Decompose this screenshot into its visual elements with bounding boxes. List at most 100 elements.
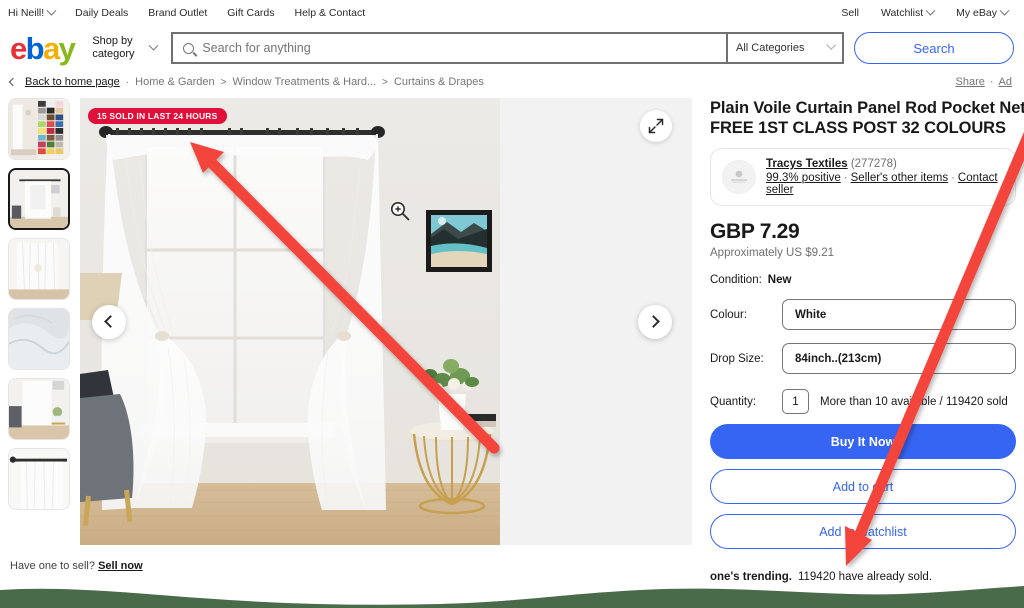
product-price: GBP 7.29: [710, 220, 800, 243]
thumbnail-white-curtain-room[interactable]: [8, 168, 70, 230]
category-select[interactable]: All Categories: [726, 32, 844, 64]
global-nav-gift-cards[interactable]: Gift Cards: [227, 7, 274, 19]
breadcrumb-separator: >: [382, 76, 388, 88]
gallery-next-button[interactable]: [638, 304, 672, 339]
product-title-line2: FREE 1ST CLASS POST 32 COLOURS: [710, 119, 1006, 137]
trending-message: one's trending. 119420 have already sold…: [710, 571, 1016, 583]
condition-row: Condition: New: [710, 274, 1016, 286]
breadcrumb-back-home[interactable]: Back to home page: [25, 76, 120, 88]
search-box[interactable]: [171, 32, 726, 64]
sold-badge: 15 SOLD IN LAST 24 HOURS: [88, 108, 227, 124]
gallery-inner: 15 SOLD IN LAST 24 HOURS: [80, 98, 692, 545]
seller-feedback-count: (277278): [850, 158, 897, 170]
magnifier-plus-icon: [389, 200, 411, 227]
breadcrumb-separator: ·: [125, 76, 130, 88]
global-nav-bar: Hi Neill! Daily Deals Brand Outlet Gift …: [0, 0, 1024, 26]
thumbnail-fabric-texture[interactable]: [8, 308, 70, 370]
add-to-cart-button[interactable]: Add to cart: [710, 469, 1016, 504]
chevron-left-icon: [8, 77, 18, 87]
trending-strong-text: one's trending.: [710, 571, 792, 583]
search-button[interactable]: Search: [854, 32, 1014, 64]
have-one-to-sell: Have one to sell? Sell now: [10, 560, 143, 572]
global-nav-left: Hi Neill! Daily Deals Brand Outlet Gift …: [8, 5, 366, 19]
thumbnail-strip: [8, 98, 72, 583]
ebay-logo[interactable]: ebay: [10, 30, 76, 66]
category-select-value: All Categories: [736, 42, 805, 54]
chevron-down-icon: [46, 5, 57, 16]
gallery-expand-button[interactable]: [640, 110, 672, 142]
quantity-label: Quantity:: [710, 395, 757, 408]
product-gallery: 15 SOLD IN LAST 24 HOURS: [80, 98, 692, 545]
shop-by-category-text: Shop by category: [92, 35, 144, 61]
global-nav-greeting[interactable]: Hi Neill!: [8, 5, 57, 19]
shop-by-category-line1: Shop by: [92, 35, 133, 47]
seller-positive-feedback[interactable]: 99.3% positive: [766, 172, 841, 184]
drop-size-label: Drop Size:: [710, 352, 764, 365]
approximate-price: Approximately US $9.21: [710, 247, 835, 259]
shop-by-category-line2: category: [92, 48, 135, 60]
breadcrumb-item-curtains-drapes[interactable]: Curtains & Drapes: [394, 76, 484, 88]
colour-select[interactable]: White: [782, 299, 1016, 330]
thumbnail-colour-chart[interactable]: [8, 98, 70, 160]
quantity-input[interactable]: 1: [782, 389, 809, 414]
logo-letter-y: y: [58, 30, 76, 66]
global-nav-watchlist[interactable]: Watchlist: [880, 5, 936, 19]
condition-label: Condition:: [710, 274, 762, 286]
quantity-availability-info: More than 10 available / 119420 sold: [820, 395, 1008, 408]
colour-label: Colour:: [710, 308, 748, 321]
add-link-truncated[interactable]: Ad: [999, 76, 1012, 88]
search-input[interactable]: [202, 41, 716, 55]
product-title-line1: Plain Voile Curtain Panel Rod Pocket Net…: [710, 99, 1024, 117]
chevron-down-icon: [999, 5, 1010, 16]
gallery-prev-button[interactable]: [92, 304, 126, 339]
logo-letter-b: b: [25, 30, 45, 66]
seller-links-row: 99.3% positive · Seller's other items · Cont…: [766, 172, 1004, 196]
buy-it-now-button[interactable]: Buy It Now: [710, 424, 1016, 459]
trending-sold-text: 119420 have already sold.: [797, 571, 933, 583]
share-link[interactable]: Share: [956, 76, 985, 88]
sell-now-link[interactable]: Sell now: [98, 560, 143, 572]
shop-by-category-button[interactable]: Shop by category: [92, 35, 159, 61]
global-nav-my-ebay-label: My eBay: [956, 7, 997, 19]
drop-size-row: Drop Size: 84inch..(213cm): [710, 343, 1016, 374]
separator-dot: ·: [951, 172, 955, 184]
global-nav-help-contact[interactable]: Help & Contact: [295, 7, 366, 19]
product-details-panel: Plain Voile Curtain Panel Rod Pocket Net…: [700, 98, 1024, 583]
thumbnail-curtain-closeup[interactable]: [8, 238, 70, 300]
global-nav-sell[interactable]: Sell: [841, 7, 859, 19]
search-area: All Categories Search: [171, 32, 1014, 64]
main-product-image[interactable]: 15 SOLD IN LAST 24 HOURS: [80, 98, 500, 545]
breadcrumb-actions: Share · Ad: [956, 76, 1015, 88]
global-nav-right: Sell Watchlist My eBay: [841, 5, 1016, 19]
seller-other-items-link[interactable]: Seller's other items: [851, 172, 948, 184]
global-nav-watchlist-label: Watchlist: [880, 7, 924, 19]
seller-avatar-icon: [722, 160, 756, 194]
site-header: ebay Shop by category All Categories Sea…: [0, 26, 1024, 70]
seller-info-box: Tracys Textiles (277278) 99.3% positive ·…: [710, 148, 1016, 206]
seller-name-link[interactable]: Tracys Textiles: [766, 158, 848, 170]
ebay-product-page: Hi Neill! Daily Deals Brand Outlet Gift …: [0, 0, 1024, 608]
seller-name-row: Tracys Textiles (277278): [766, 158, 1004, 170]
global-nav-brand-outlet[interactable]: Brand Outlet: [148, 7, 207, 19]
drop-size-select[interactable]: 84inch..(213cm): [782, 343, 1016, 374]
global-nav-daily-deals[interactable]: Daily Deals: [75, 7, 128, 19]
breadcrumb-item-window-treatments[interactable]: Window Treatments & Hard...: [232, 76, 376, 88]
global-nav-greeting-label: Hi Neill!: [8, 7, 45, 19]
separator-dot: ·: [843, 172, 848, 184]
thumbnail-rod-detail[interactable]: [8, 448, 70, 510]
thumbnail-living-room[interactable]: [8, 378, 70, 440]
product-title: Plain Voile Curtain Panel Rod Pocket Net…: [710, 98, 1024, 138]
add-to-watchlist-button[interactable]: Add to watchlist: [710, 514, 1016, 549]
expand-icon: [648, 118, 664, 134]
chevron-down-icon: [826, 39, 837, 50]
breadcrumb-actions-sep: ·: [989, 76, 994, 88]
global-nav-my-ebay[interactable]: My eBay: [956, 5, 1010, 19]
breadcrumb-separator: >: [220, 76, 227, 88]
chevron-left-icon: [104, 315, 117, 328]
breadcrumb: Back to home page · Home & Garden > Wind…: [0, 70, 1024, 94]
logo-letter-a: a: [43, 30, 60, 66]
chevron-down-icon: [148, 40, 159, 51]
main-content: 15 SOLD IN LAST 24 HOURS Plain Voile Cur…: [0, 94, 1024, 583]
quantity-row: Quantity: 1 More than 10 available / 119…: [710, 389, 1016, 414]
breadcrumb-item-home-garden[interactable]: Home & Garden: [135, 76, 214, 88]
